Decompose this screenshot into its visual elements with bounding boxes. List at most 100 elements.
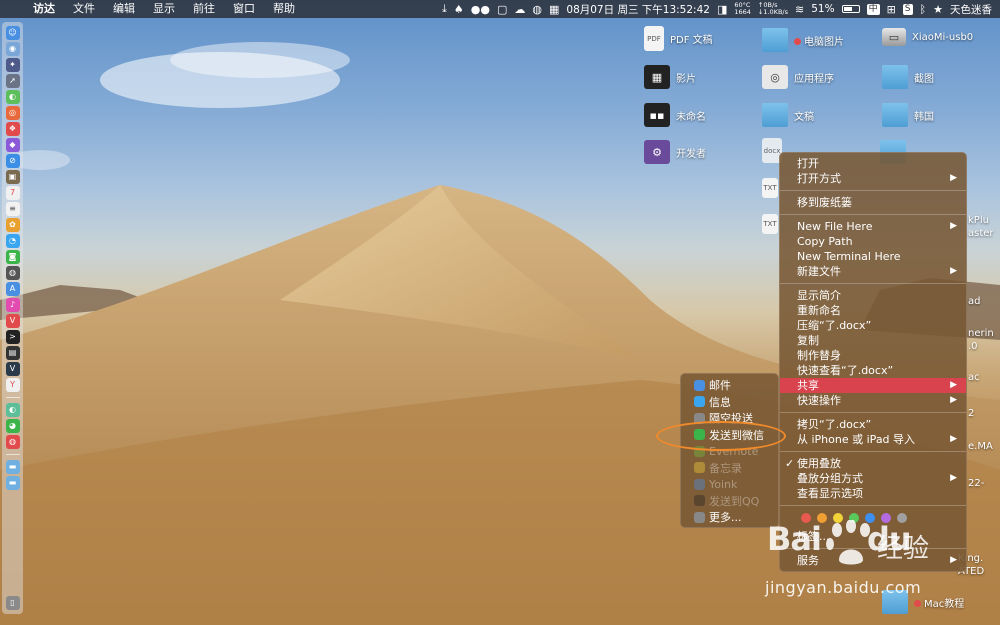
datetime-text[interactable]: 08月07日 周三 下午13:52:42 [566,2,710,17]
context-menu-item[interactable]: 从 iPhone 或 iPad 导入 ▶ [780,432,966,447]
context-menu-item[interactable]: 复制 [780,333,966,348]
context-menu-item[interactable]: New File Here ▶ [780,219,966,234]
menu-app-name[interactable]: 访达 [24,0,64,18]
music-icon[interactable]: ♪ [5,298,20,312]
vpn-app-icon[interactable]: V [5,362,20,376]
wechat-status-icon[interactable]: ☁ [514,3,525,16]
highlight-annotation [656,421,786,451]
yandex-icon[interactable]: Y [5,378,20,392]
share-menu-item[interactable]: 发送到QQ [681,493,778,510]
desktop-icon-movies[interactable]: ▦ 影片 [644,65,696,89]
desktop-icon-screenshots[interactable]: 截图 [882,65,934,89]
netease-music-icon[interactable]: ◍ [5,435,20,449]
context-menu-item[interactable]: 快速查看“了.docx” [780,363,966,378]
contacts-icon[interactable]: ▣ [5,170,20,184]
partial-label: ad [968,296,981,307]
wifi-icon[interactable]: ≋ [795,3,804,16]
documents-folder-icon[interactable]: ▬ [5,476,20,490]
app-green-icon[interactable]: ◐ [5,90,20,104]
bluetooth-icon[interactable]: ᛒ [920,3,927,16]
siri-icon[interactable]: ◉ [5,42,20,56]
context-menu-item-label: New Terminal Here [797,250,901,263]
context-menu-item[interactable]: 重新命名 [780,303,966,318]
calendar-app-icon[interactable]: 7 [5,186,20,200]
chrome-icon[interactable]: ◎ [5,106,20,120]
app-folder-icon: ◎ [762,65,788,89]
app-store-icon[interactable]: A [5,282,20,296]
globe-icon[interactable]: ◍ [532,3,542,16]
context-menu-item[interactable]: New Terminal Here [780,249,966,264]
share-menu-item[interactable]: Yoink [681,476,778,493]
app-red-icon[interactable]: ❖ [5,122,20,136]
photos-icon[interactable]: ✿ [5,218,20,232]
desktop-icon-txt-1[interactable]: TXT [762,178,778,198]
context-menu-item[interactable]: 快速操作 ▶ [780,393,966,408]
activity-monitor-icon[interactable]: ▤ [5,346,20,360]
context-menu-item[interactable]: 查看显示选项 [780,486,966,501]
menu-window[interactable]: 窗口 [224,0,264,18]
context-menu-item[interactable]: 新建文件 ▶ [780,264,966,279]
trash-icon[interactable]: ▯ [5,596,20,610]
downloads-folder-icon[interactable]: ▬ [5,460,20,474]
context-menu-item[interactable]: 打开 [780,156,966,171]
menu-edit[interactable]: 编辑 [104,0,144,18]
battery-percent[interactable]: 51% [811,3,834,15]
calendar-icon[interactable]: ▦ [549,3,559,16]
desktop-icon-photos[interactable]: 电脑图片 [762,28,844,52]
desktop-icon-documents[interactable]: 文稿 [762,103,814,127]
context-menu-item[interactable]: 拷贝“了.docx” [780,417,966,432]
desktop-icon-usb[interactable]: ▭ XiaoMi-usb0 [882,28,973,46]
notification-mute-icon[interactable]: ▢ [497,3,507,16]
desktop-icon-pdf[interactable]: PDF PDF 文稿 [644,26,713,51]
menu-go[interactable]: 前往 [184,0,224,18]
battery-icon[interactable] [841,5,860,13]
launchpad-icon[interactable]: ✦ [5,58,20,72]
safari-icon[interactable]: ⊘ [5,154,20,168]
download-icon[interactable]: ⤓ [442,2,447,16]
terminal-app-icon[interactable]: > [5,330,20,344]
context-menu-item[interactable]: 打开方式 ▶ [780,171,966,186]
submenu-arrow-icon: ▶ [950,380,957,390]
wechat-app-icon[interactable]: ◕ [5,419,20,433]
s-app-icon[interactable]: S [902,3,913,15]
context-menu-item[interactable]: ✓ 使用叠放 [780,456,966,471]
app-purple-icon[interactable]: ◆ [5,138,20,152]
notes-app-icon[interactable]: ≡ [5,202,20,216]
context-menu-item[interactable]: 移到废纸篓 [780,195,966,210]
menu-file[interactable]: 文件 [64,0,104,18]
messages-app-icon[interactable]: ◔ [5,234,20,248]
desktop-icon-untitled[interactable]: ▪▪ 未命名 [644,103,706,127]
qq-status-icon[interactable]: ♠ [454,3,464,16]
context-menu-item-label: 显示简介 [797,289,841,302]
desktop-icon-korea[interactable]: 韩国 [882,103,934,127]
desktop-icon-applications[interactable]: ◎ 应用程序 [762,65,834,89]
context-menu-item[interactable]: 显示简介 [780,288,966,303]
bookmark-icon[interactable]: ◨ [717,3,727,16]
share-menu-item[interactable]: 更多... [681,509,778,526]
net-monitor[interactable]: ↑0B/s ↓1.0KB/s [758,2,788,16]
context-menu-item[interactable]: Copy Path [780,234,966,249]
context-menu-item[interactable]: 共享 ▶ [780,378,966,393]
context-menu-item[interactable]: 压缩“了.docx” [780,318,966,333]
rocket-icon[interactable]: ➚ [5,74,20,88]
context-menu-item[interactable]: 叠放分组方式 ▶ [780,471,966,486]
star-icon[interactable]: ★ [933,3,943,16]
screenshot-app-icon[interactable]: ◍ [5,266,20,280]
vivaldi-icon[interactable]: V [5,314,20,328]
menu-help[interactable]: 帮助 [264,0,304,18]
facetime-icon[interactable]: ◙ [5,250,20,264]
dots-icon[interactable]: ●● [471,3,490,16]
share-menu-item[interactable]: 备忘录 [681,460,778,477]
desktop-icon-developer[interactable]: ⚙ 开发者 [644,140,706,164]
grid-icon[interactable]: ⊞ [887,3,896,16]
finder-icon[interactable]: ☺ [5,26,20,40]
user-name[interactable]: 天色迷香 [950,2,992,17]
share-menu-item[interactable]: 邮件 [681,377,778,394]
menu-view[interactable]: 显示 [144,0,184,18]
context-menu-item[interactable]: 制作替身 [780,348,966,363]
temp-monitor[interactable]: 60°C 1664 [734,2,751,16]
desktop-icon-txt-2[interactable]: TXT [762,214,778,234]
app-teal-icon[interactable]: ◐ [5,403,20,417]
input-method-icon[interactable]: 中 [866,3,880,15]
share-menu-item[interactable]: 信息 [681,394,778,411]
